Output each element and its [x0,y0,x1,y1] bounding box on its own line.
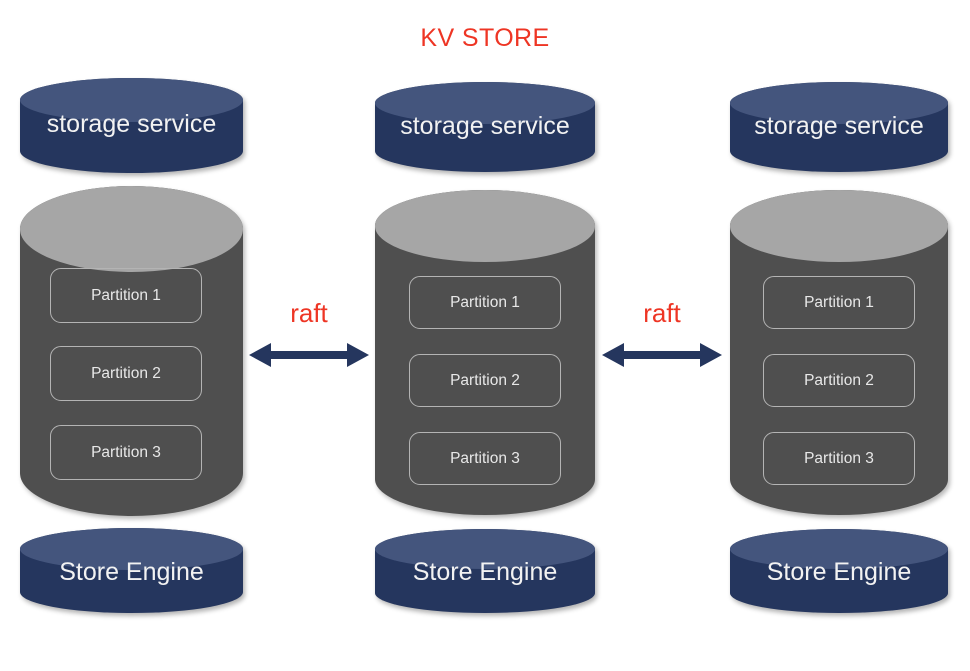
partition-label: Partition 2 [804,371,874,389]
partition-box[interactable]: Partition 3 [763,432,915,485]
store-engine-label: Store Engine [412,558,558,586]
raft-label: raft [290,298,328,328]
raft-connector-2: raft [602,298,722,378]
store-engine-cylinder-2[interactable]: Store Engine [375,529,595,613]
node-group-2: storage service Partition 1 Partition 2 … [375,0,595,671]
partition-label: Partition 1 [450,293,520,311]
partition-list-2: Partition 1 Partition 2 Partition 3 [375,190,595,515]
partition-label: Partition 1 [804,293,874,311]
partition-host-cylinder-2[interactable]: Partition 1 Partition 2 Partition 3 [375,190,595,515]
partition-host-cylinder-1[interactable]: Partition 1 Partition 2 Partition 3 [20,186,243,516]
raft-connector-1: raft [249,298,369,378]
partition-box[interactable]: Partition 1 [409,276,561,329]
partition-box[interactable]: Partition 2 [50,346,202,401]
raft-arrow-wrapper [602,340,722,370]
storage-service-label: storage service [400,112,570,140]
storage-service-cylinder-2[interactable]: storage service [375,82,595,172]
partition-host-cylinder-3[interactable]: Partition 1 Partition 2 Partition 3 [730,190,948,515]
partition-box[interactable]: Partition 2 [763,354,915,407]
partition-box[interactable]: Partition 1 [763,276,915,329]
partition-list-1: Partition 1 Partition 2 Partition 3 [20,186,243,516]
partition-label: Partition 3 [450,449,520,467]
store-engine-cylinder-3[interactable]: Store Engine [730,529,948,613]
partition-label: Partition 3 [91,443,161,461]
partition-box[interactable]: Partition 2 [409,354,561,407]
diagram-canvas: KV STORE storage service Partition 1 Par… [0,0,970,671]
partition-label: Partition 2 [450,371,520,389]
storage-service-cylinder-3[interactable]: storage service [730,82,948,172]
partition-label: Partition 2 [91,364,161,382]
node-group-3: storage service Partition 1 Partition 2 … [730,0,948,671]
store-engine-cylinder-1[interactable]: Store Engine [20,528,243,613]
raft-label: raft [643,298,681,328]
partition-box[interactable]: Partition 3 [50,425,202,480]
partition-box[interactable]: Partition 1 [50,268,202,323]
storage-service-label: storage service [754,112,924,140]
storage-service-label: storage service [46,110,217,138]
node-group-1: storage service Partition 1 Partition 2 … [20,0,243,671]
partition-label: Partition 3 [804,449,874,467]
partition-list-3: Partition 1 Partition 2 Partition 3 [730,190,948,515]
storage-service-cylinder-1[interactable]: storage service [20,78,243,173]
partition-box[interactable]: Partition 3 [409,432,561,485]
bidirectional-arrow-icon [602,343,722,367]
bidirectional-arrow-icon [249,343,369,367]
raft-arrow-wrapper [249,340,369,370]
store-engine-label: Store Engine [766,558,912,586]
store-engine-label: Store Engine [59,558,204,586]
partition-label: Partition 1 [91,286,161,304]
